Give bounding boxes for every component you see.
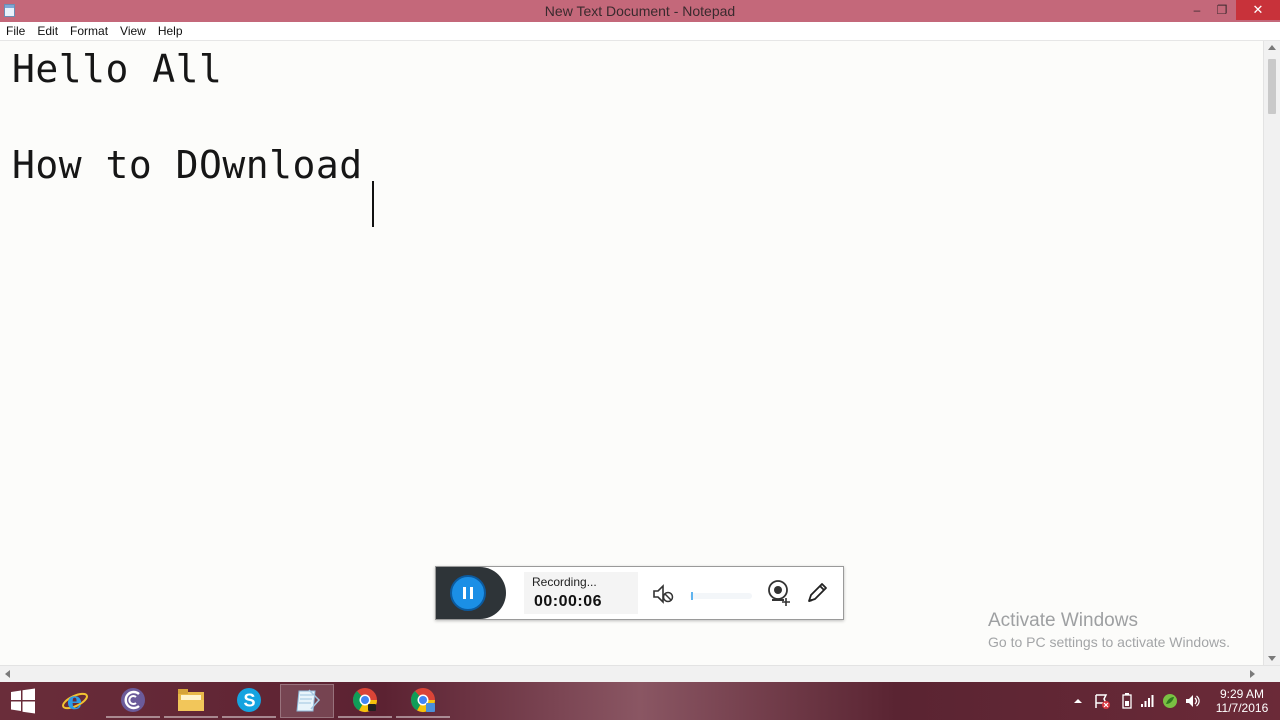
editor-line: How to DOwnload bbox=[12, 143, 387, 187]
taskbar-notepad[interactable] bbox=[280, 684, 334, 718]
show-hidden-icons-button[interactable] bbox=[1070, 682, 1086, 720]
chevron-up-icon bbox=[1074, 699, 1082, 703]
flag-error-icon bbox=[1095, 694, 1110, 709]
skype-icon: S bbox=[237, 688, 261, 712]
activation-watermark-subtitle: Go to PC settings to activate Windows. bbox=[988, 634, 1230, 650]
menu-bar: File Edit Format View Help bbox=[0, 22, 1280, 41]
taskbar-file-explorer[interactable] bbox=[164, 684, 218, 718]
taskbar-clock[interactable]: 9:29 AM 11/7/2016 bbox=[1206, 687, 1278, 715]
speaker-icon bbox=[1186, 695, 1200, 707]
notepad-icon bbox=[296, 689, 321, 712]
menu-format[interactable]: Format bbox=[64, 22, 114, 40]
chrome-icon bbox=[410, 688, 435, 713]
webcam-icon[interactable] bbox=[766, 579, 792, 607]
file-explorer-icon bbox=[178, 689, 204, 711]
menu-view[interactable]: View bbox=[114, 22, 152, 40]
taskbar-chrome-2[interactable] bbox=[396, 684, 450, 718]
scroll-left-icon[interactable] bbox=[5, 670, 10, 678]
vertical-scrollbar[interactable] bbox=[1263, 41, 1280, 665]
green-leaf-icon bbox=[1163, 694, 1177, 708]
recording-toolbar: Recording... 00:00:06 bbox=[435, 566, 844, 620]
scroll-up-icon[interactable] bbox=[1268, 45, 1276, 50]
tray-app[interactable] bbox=[1160, 682, 1180, 720]
minimize-button[interactable]: – bbox=[1184, 0, 1210, 20]
clock-date: 11/7/2016 bbox=[1215, 701, 1269, 715]
signal-bars-icon bbox=[1141, 695, 1154, 707]
svg-text:e: e bbox=[67, 686, 82, 715]
svg-text:S: S bbox=[244, 691, 256, 711]
text-caret bbox=[372, 181, 374, 227]
menu-edit[interactable]: Edit bbox=[31, 22, 64, 40]
scroll-down-icon[interactable] bbox=[1268, 656, 1276, 661]
start-button[interactable] bbox=[0, 682, 46, 720]
taskbar-bittorrent[interactable] bbox=[106, 684, 160, 718]
battery-icon bbox=[1122, 693, 1132, 709]
tray-battery[interactable] bbox=[1118, 682, 1136, 720]
tray-action-center[interactable] bbox=[1092, 682, 1112, 720]
taskbar-internet-explorer[interactable]: e bbox=[48, 684, 102, 718]
scroll-right-icon[interactable] bbox=[1250, 670, 1255, 678]
tray-network[interactable] bbox=[1138, 682, 1156, 720]
window-title: New Text Document - Notepad bbox=[544, 3, 736, 19]
menu-help[interactable]: Help bbox=[152, 22, 189, 40]
recorder-pause-area bbox=[436, 567, 506, 619]
recording-status-panel: Recording... 00:00:06 bbox=[524, 572, 638, 614]
taskbar-chrome-1[interactable] bbox=[338, 684, 392, 718]
audio-level-slider[interactable] bbox=[690, 592, 752, 600]
vertical-scroll-thumb[interactable] bbox=[1268, 59, 1276, 114]
activation-watermark-title: Activate Windows bbox=[988, 610, 1138, 631]
windows-logo-icon bbox=[11, 688, 35, 714]
internet-explorer-icon: e bbox=[62, 686, 88, 715]
audio-level-indicator bbox=[691, 592, 693, 600]
horizontal-scrollbar[interactable] bbox=[0, 665, 1280, 682]
clock-time: 9:29 AM bbox=[1219, 687, 1265, 701]
restore-button[interactable]: ❐ bbox=[1210, 0, 1234, 20]
pause-recording-button[interactable] bbox=[450, 575, 486, 611]
microphone-muted-icon[interactable] bbox=[651, 583, 675, 605]
taskbar: e S 9:29 AM 11/7/2016 bbox=[0, 682, 1280, 720]
tray-volume[interactable] bbox=[1182, 682, 1202, 720]
close-button[interactable]: ✕ bbox=[1236, 0, 1280, 20]
editor-line: Hello All bbox=[12, 47, 223, 91]
title-bar[interactable]: New Text Document - Notepad – ❐ ✕ bbox=[0, 0, 1280, 22]
recording-status: Recording... bbox=[532, 575, 597, 589]
pause-icon bbox=[463, 587, 466, 599]
bittorrent-icon bbox=[121, 688, 145, 712]
chrome-icon bbox=[352, 688, 377, 713]
recording-timer: 00:00:06 bbox=[534, 593, 603, 610]
menu-file[interactable]: File bbox=[0, 22, 31, 40]
pause-icon bbox=[470, 587, 473, 599]
pen-icon[interactable] bbox=[804, 580, 830, 606]
taskbar-skype[interactable]: S bbox=[222, 684, 276, 718]
